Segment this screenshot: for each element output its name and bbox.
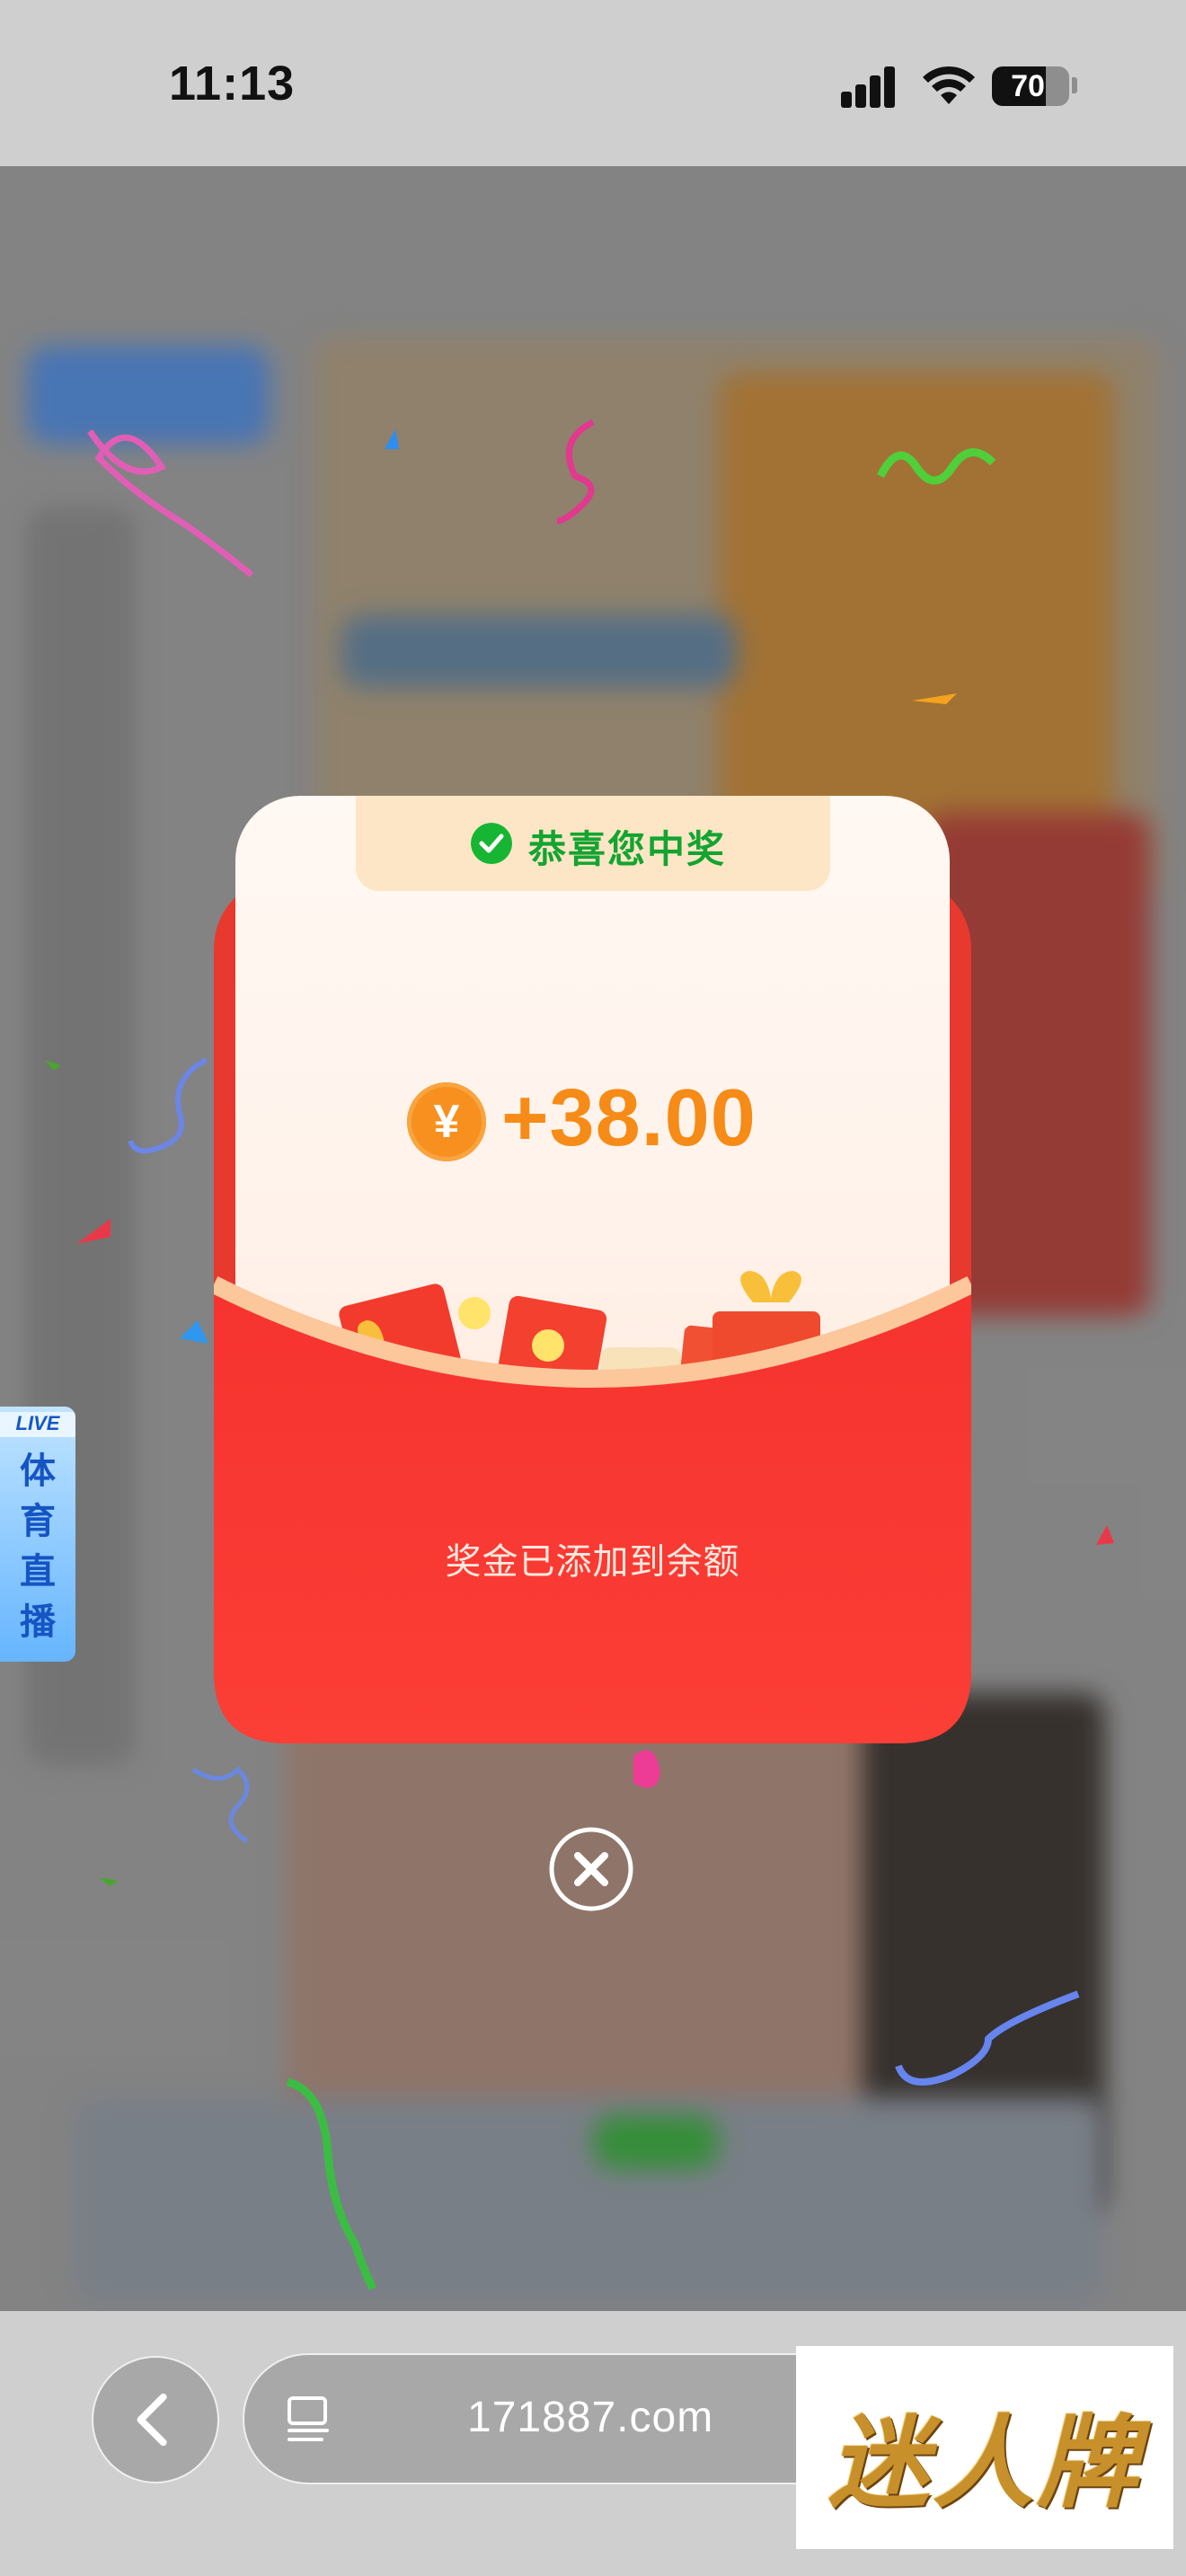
- status-time: 11:13: [169, 57, 296, 110]
- live-badge: LIVE: [0, 1412, 75, 1437]
- battery-level: 70: [1011, 69, 1045, 103]
- reader-icon[interactable]: [286, 2393, 331, 2443]
- back-button[interactable]: [92, 2356, 219, 2483]
- checkmark-icon: [471, 823, 512, 864]
- sports-live-label: 体育直播: [20, 1451, 56, 1642]
- envelope-pocket: [214, 1271, 971, 1743]
- url-text[interactable]: 171887.com: [467, 2393, 713, 2442]
- battery-tip: [1072, 77, 1077, 93]
- currency-symbol: ¥: [433, 1096, 460, 1148]
- wifi-icon: [923, 66, 975, 104]
- back-chevron-icon: [137, 2393, 167, 2447]
- cellular-signal-icon: [841, 65, 900, 108]
- reward-message: 奖金已添加到余额: [445, 1542, 740, 1582]
- yuan-coin-icon: ¥: [407, 1082, 486, 1161]
- battery-icon: 70: [992, 66, 1069, 106]
- watermark-logo: 迷人牌: [796, 2346, 1173, 2549]
- sports-live-widget[interactable]: LIVE 体育直播: [0, 1407, 75, 1662]
- reward-amount: +38.00: [501, 1073, 757, 1163]
- close-icon[interactable]: [548, 1826, 634, 1912]
- congrats-title: 恭喜您中奖: [528, 828, 727, 870]
- watermark-text: 迷人牌: [828, 2407, 1141, 2519]
